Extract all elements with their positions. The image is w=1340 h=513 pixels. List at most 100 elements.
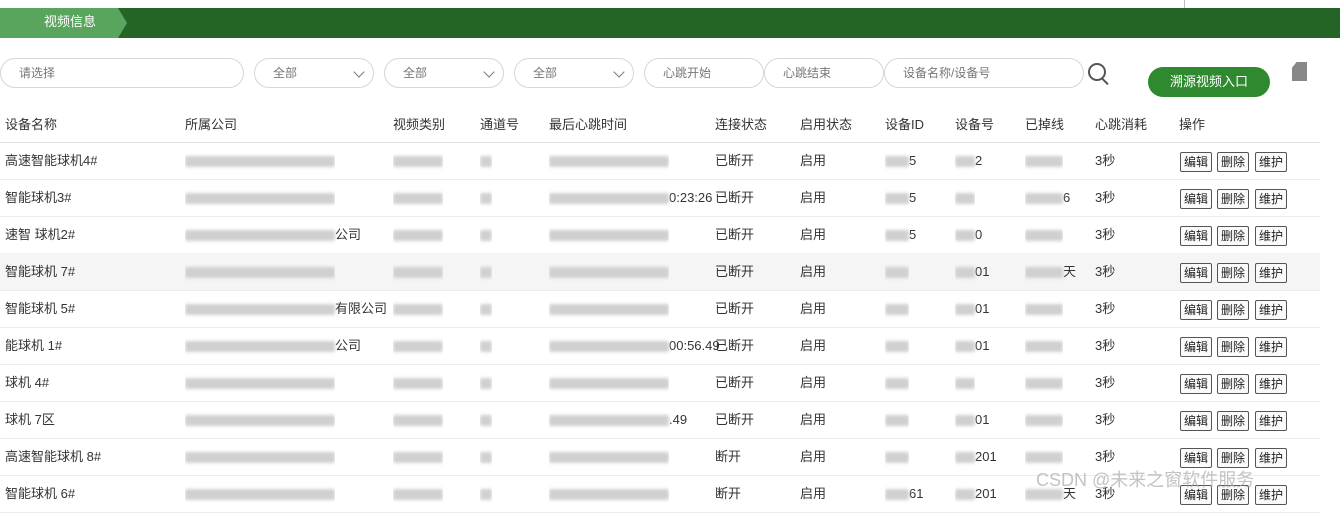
filter-select-2[interactable]: 全部: [384, 58, 504, 88]
redacted-block: [1025, 156, 1063, 168]
delete-button[interactable]: 删除: [1217, 226, 1250, 246]
redacted-block: [393, 489, 443, 501]
cell-hb_cost: 3秒: [1095, 364, 1115, 401]
edit-button[interactable]: 编辑: [1180, 411, 1213, 431]
redacted-block: [480, 193, 492, 205]
cell-name: 智能球机3#: [5, 179, 71, 216]
table-row[interactable]: 智能球机 7# 已断开 启用 01 天 3秒 编辑 删除 维护: [0, 253, 1320, 291]
edit-button[interactable]: 编辑: [1180, 300, 1213, 320]
cell-text: 01: [975, 301, 990, 316]
heartbeat-end-input[interactable]: 心跳结束: [764, 58, 884, 88]
cell-text: 断开: [715, 449, 742, 464]
table-row[interactable]: 高速智能球机4# 已断开 启用 5 2 3秒 编辑 删除 维护: [0, 142, 1320, 180]
edit-button[interactable]: 编辑: [1180, 374, 1213, 394]
maintain-button[interactable]: 维护: [1255, 374, 1288, 394]
cell-dev_id: 5: [885, 216, 916, 253]
edit-button[interactable]: 编辑: [1180, 152, 1213, 172]
cell-dev_id: [885, 253, 909, 290]
table-row[interactable]: 球机 7区 .49 已断开 启用 01 3秒 编辑 删除 维护: [0, 401, 1320, 439]
redacted-block: [955, 341, 975, 353]
redacted-block: [885, 230, 909, 242]
cell-name: 高速智能球机 8#: [5, 438, 101, 475]
cell-text: 3秒: [1095, 375, 1116, 390]
cell-company: 公司: [185, 327, 361, 364]
table-row[interactable]: 能球机 1# 公司 00:56.49 已断开 启用 01 3秒 编辑 删除 维护: [0, 327, 1320, 365]
cell-offline: [1025, 290, 1063, 327]
maintain-button[interactable]: 维护: [1255, 263, 1288, 283]
redacted-block: [549, 304, 669, 316]
cell-name: 能球机 1#: [5, 327, 62, 364]
delete-button[interactable]: 删除: [1217, 411, 1250, 431]
redacted-block: [955, 452, 975, 464]
device-search-input[interactable]: 设备名称/设备号: [884, 58, 1084, 88]
redacted-block: [480, 489, 492, 501]
tab-video-info[interactable]: 视频信息: [0, 8, 118, 38]
edit-button[interactable]: 编辑: [1180, 337, 1213, 357]
table-row[interactable]: 速智 球机2# 公司 已断开 启用 5 0 3秒 编辑 删除 维护: [0, 216, 1320, 254]
maintain-button[interactable]: 维护: [1255, 448, 1288, 468]
heartbeat-start-input[interactable]: 心跳开始: [644, 58, 764, 88]
cell-text: 高速智能球机4#: [5, 153, 98, 168]
maintain-button[interactable]: 维护: [1255, 152, 1288, 172]
cell-text: 已断开: [715, 412, 755, 427]
redacted-block: [1025, 267, 1063, 279]
cell-text: 3秒: [1095, 264, 1116, 279]
cell-conn: 已断开: [715, 253, 754, 290]
redacted-block: [1025, 415, 1063, 427]
redacted-block: [480, 452, 492, 464]
redacted-block: [955, 415, 975, 427]
delete-button[interactable]: 删除: [1217, 263, 1250, 283]
maintain-button[interactable]: 维护: [1255, 411, 1288, 431]
watermark: CSDN @未来之窗软件服务: [1036, 470, 1255, 490]
cell-dev_id: 5: [885, 142, 916, 179]
maintain-button[interactable]: 维护: [1255, 226, 1288, 246]
filter-select-3[interactable]: 全部: [514, 58, 634, 88]
maintain-button[interactable]: 维护: [1255, 300, 1288, 320]
maintain-button[interactable]: 维护: [1255, 485, 1288, 505]
cell-type: [393, 438, 443, 475]
edit-button[interactable]: 编辑: [1180, 448, 1213, 468]
table-row[interactable]: 球机 4# 已断开 启用 3秒 编辑 删除 维护: [0, 364, 1320, 402]
table-row[interactable]: 智能球机 5# 有限公司 已断开 启用 01 3秒 编辑 删除 维护: [0, 290, 1320, 328]
cell-last_hb: [549, 253, 669, 290]
cell-text: 5: [909, 190, 917, 205]
trace-video-button[interactable]: 溯源视频入口: [1148, 67, 1270, 97]
column-header: 设备ID: [885, 117, 925, 132]
table-row[interactable]: 智能球机3# 0:23:26 已断开 启用 5 6 3秒 编辑 删除 维护: [0, 179, 1320, 217]
redacted-block: [185, 156, 335, 168]
delete-button[interactable]: 删除: [1217, 300, 1250, 320]
delete-button[interactable]: 删除: [1217, 337, 1250, 357]
maintain-button[interactable]: 维护: [1255, 337, 1288, 357]
search-icon[interactable]: [1088, 63, 1106, 81]
delete-button[interactable]: 删除: [1217, 374, 1250, 394]
redacted-block: [480, 341, 492, 353]
cell-text: 已断开: [715, 301, 755, 316]
cell-text: 断开: [715, 486, 742, 501]
cell-dev_id: [885, 290, 909, 327]
select-input[interactable]: 请选择: [0, 58, 244, 88]
redacted-block: [185, 193, 335, 205]
filter-select-1[interactable]: 全部: [254, 58, 374, 88]
delete-button[interactable]: 删除: [1217, 152, 1250, 172]
redacted-block: [885, 304, 909, 316]
cell-company: [185, 364, 335, 401]
cell-offline: 6: [1025, 179, 1070, 216]
edit-button[interactable]: 编辑: [1180, 226, 1213, 246]
delete-button[interactable]: 删除: [1217, 448, 1250, 468]
cell-type: [393, 179, 443, 216]
cell-text: 已断开: [715, 153, 755, 168]
cell-text: 球机 7区: [5, 412, 55, 427]
maintain-button[interactable]: 维护: [1255, 189, 1288, 209]
redacted-block: [480, 156, 492, 168]
cell-last_hb: [549, 142, 669, 179]
column-header: 视频类别: [393, 117, 446, 132]
cell-text: 天: [1063, 264, 1077, 279]
cell-last_hb: 00:56.49: [549, 327, 720, 364]
redacted-block: [549, 489, 669, 501]
cell-enable: 启用: [800, 290, 826, 327]
edit-button[interactable]: 编辑: [1180, 263, 1213, 283]
delete-button[interactable]: 删除: [1217, 189, 1250, 209]
redacted-block: [393, 304, 443, 316]
cell-last_hb: [549, 290, 669, 327]
edit-button[interactable]: 编辑: [1180, 189, 1213, 209]
